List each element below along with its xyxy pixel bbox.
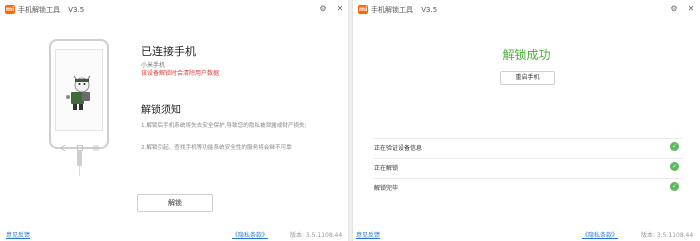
- reboot-phone-button[interactable]: 重启手机: [500, 71, 555, 85]
- mi-logo-icon: mi: [5, 5, 15, 14]
- app-name: 手机解锁工具: [371, 6, 413, 14]
- app-title: 手机解锁工具 V3.5: [18, 5, 84, 15]
- step-row: 正在解锁 ✓: [373, 158, 683, 176]
- usb-cable-icon: [77, 150, 82, 166]
- check-icon: ✓: [670, 162, 679, 171]
- data-wipe-warning: 该设备解锁时会清除用户数据: [141, 70, 220, 77]
- phone-illustration: [49, 39, 109, 152]
- close-icon[interactable]: ✕: [335, 4, 345, 14]
- unlock-tool-window-success: mi 手机解锁工具 V3.5 ⚙ ✕ 解锁成功 重启手机 正在验证设备信息 ✓ …: [352, 0, 700, 241]
- unlock-tool-window-connected: mi 手机解锁工具 V3.5 ⚙ ✕ 已连接手机 小米手机 该设备解锁时会清除用…: [0, 0, 349, 241]
- unlock-notice-title: 解锁须知: [141, 105, 181, 116]
- close-icon[interactable]: ✕: [686, 4, 696, 14]
- unlock-notice-item-2: 2.解锁引起、查找手机等功能系统安全性的服务将会继不可靠: [141, 145, 292, 151]
- app-version: V3.5: [68, 6, 85, 14]
- step-row: 解锁完毕 ✓: [373, 178, 683, 196]
- privacy-link[interactable]: 《隐私条款》: [582, 230, 618, 239]
- check-icon: ✓: [670, 182, 679, 191]
- feedback-link[interactable]: 意见反馈: [6, 230, 30, 239]
- title-bar: mi 手机解锁工具 V3.5 ⚙ ✕: [353, 0, 700, 20]
- gear-icon[interactable]: ⚙: [669, 4, 679, 14]
- phone-screen: [55, 49, 103, 131]
- unlock-notice-item-1: 1.解锁后手机系统将失去安全保护,导致您的隐私被泄露或财产损失;: [141, 123, 307, 129]
- version-label: 版本: 3.5.1108.44: [641, 232, 694, 239]
- unlock-success-title: 解锁成功: [502, 48, 551, 62]
- privacy-link[interactable]: 《隐私条款》: [232, 230, 268, 239]
- mi-logo-icon: mi: [358, 5, 368, 14]
- step-label: 正在解锁: [374, 165, 399, 172]
- mitu-mascot-icon: [66, 75, 91, 110]
- app-name: 手机解锁工具: [18, 6, 60, 14]
- step-label: 正在验证设备信息: [374, 145, 423, 152]
- connection-status-title: 已连接手机: [141, 45, 196, 58]
- feedback-link[interactable]: 意见反馈: [356, 230, 380, 239]
- version-label: 版本: 3.5.1108.44: [290, 232, 343, 239]
- menu-key-icon: [93, 136, 99, 151]
- step-row: 正在验证设备信息 ✓: [373, 138, 683, 156]
- app-title: 手机解锁工具 V3.5: [371, 5, 437, 15]
- step-label: 解锁完毕: [374, 185, 399, 192]
- gear-icon[interactable]: ⚙: [318, 4, 328, 14]
- home-key-icon: [77, 136, 83, 151]
- usb-cable-line: [79, 166, 80, 176]
- back-key-icon: [60, 136, 67, 152]
- check-icon: ✓: [670, 142, 679, 151]
- app-version: V3.5: [421, 6, 438, 14]
- unlock-button[interactable]: 解锁: [137, 194, 213, 212]
- title-bar: mi 手机解锁工具 V3.5 ⚙ ✕: [0, 0, 348, 20]
